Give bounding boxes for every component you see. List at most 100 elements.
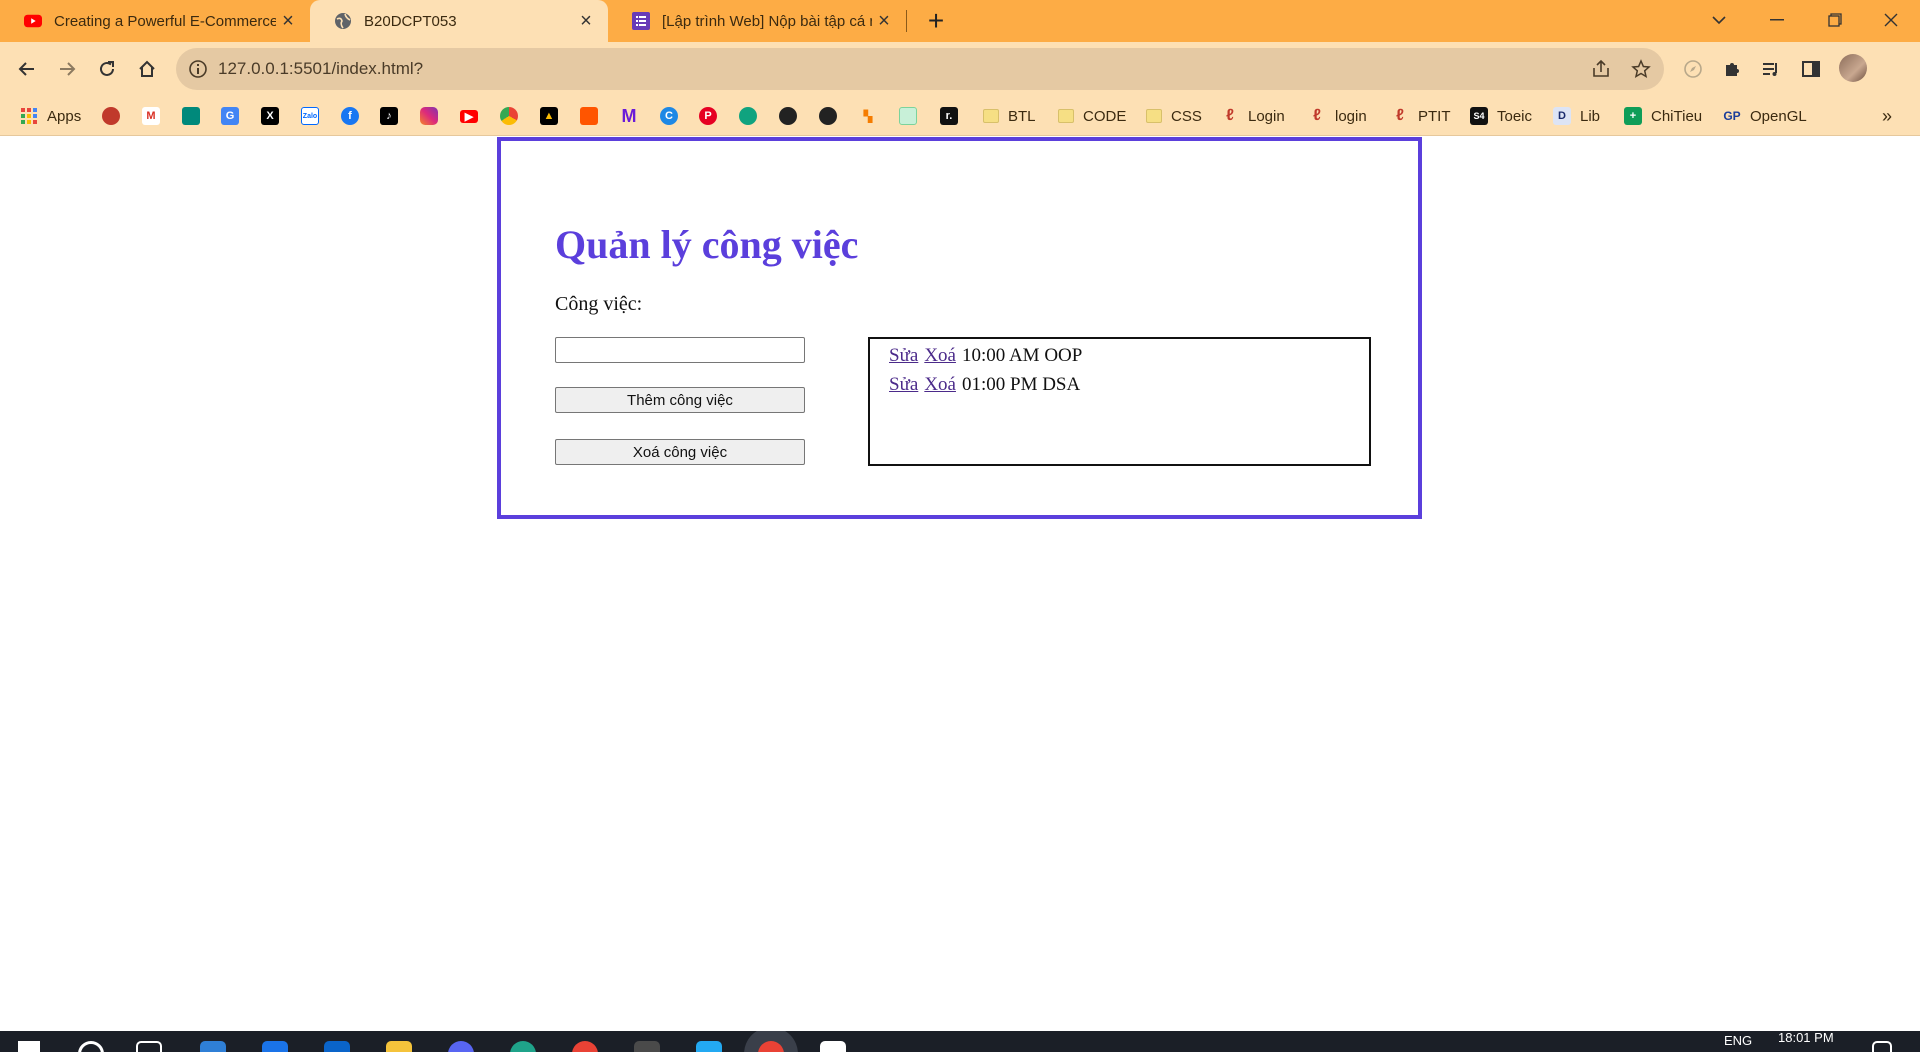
tab-forms[interactable]: [Lập trình Web] Nộp bài tập cá n × <box>608 0 906 42</box>
more-bookmarks-button[interactable]: » <box>1882 96 1892 136</box>
task-view-icon[interactable] <box>136 1041 162 1052</box>
bookmark-icon-only[interactable] <box>420 96 438 136</box>
tab-youtube[interactable]: Creating a Powerful E-Commerce × <box>0 0 310 42</box>
add-task-button[interactable]: Thêm công việc <box>555 387 805 413</box>
info-icon[interactable] <box>188 59 208 79</box>
chrome-icon <box>500 107 518 125</box>
bookmark-login[interactable]: ℓ Login <box>1221 96 1285 136</box>
reload-button[interactable] <box>88 50 126 88</box>
tab-b20dcpt053[interactable]: B20DCPT053 × <box>310 0 608 42</box>
task-manager-container: Quản lý công việc Công việc: Thêm công v… <box>497 137 1422 519</box>
home-button[interactable] <box>128 50 166 88</box>
chrome-taskbar-icon[interactable] <box>572 1041 598 1052</box>
bookmark-icon-only[interactable]: G <box>221 96 239 136</box>
delete-task-button[interactable]: Xoá công việc <box>555 439 805 465</box>
bookmark-login-2[interactable]: ℓ login <box>1308 96 1367 136</box>
bookmark-chitieu[interactable]: + ChiTieu <box>1624 96 1702 136</box>
mail-icon[interactable] <box>262 1041 288 1052</box>
media-queue-icon[interactable] <box>1757 55 1785 83</box>
bookmark-icon-only[interactable]: X <box>261 96 279 136</box>
close-icon[interactable]: × <box>574 9 598 33</box>
remove-link[interactable]: Xoá <box>924 345 956 366</box>
translate-icon: G <box>221 107 239 125</box>
url-text: 127.0.0.1:5501/index.html? <box>218 59 424 78</box>
bookmark-icon-only[interactable]: ▲ <box>540 96 558 136</box>
bookmark-icon-only[interactable]: Zalo <box>301 96 319 136</box>
bookmark-icon-only[interactable]: f <box>341 96 359 136</box>
bookmark-icon-only[interactable]: r. <box>940 96 958 136</box>
bookmark-folder-btl[interactable]: BTL <box>983 96 1036 136</box>
back-button[interactable] <box>8 50 46 88</box>
bookmark-icon-only[interactable] <box>899 96 917 136</box>
side-panel-icon[interactable] <box>1797 55 1825 83</box>
bookmark-icon-only[interactable]: ▶ <box>460 96 478 136</box>
folder-icon <box>1058 109 1074 123</box>
facebook-icon: f <box>341 107 359 125</box>
vscode-blue-icon[interactable] <box>200 1041 226 1052</box>
search-icon[interactable] <box>78 1041 104 1052</box>
tab-strip: Creating a Powerful E-Commerce × B20DCPT… <box>0 0 1920 42</box>
close-window-button[interactable] <box>1862 0 1920 40</box>
bookmark-folder-css[interactable]: CSS <box>1146 96 1202 136</box>
extensions-puzzle-icon[interactable] <box>1718 55 1746 83</box>
restore-button[interactable] <box>1806 0 1864 40</box>
orange-blocks-icon: ▚ <box>863 110 873 123</box>
bookmark-lib[interactable]: D Lib <box>1553 96 1600 136</box>
close-icon[interactable]: × <box>872 9 896 33</box>
bookmark-folder-code[interactable]: CODE <box>1058 96 1126 136</box>
tab-search-button[interactable] <box>1690 0 1748 40</box>
new-tab-button[interactable]: + <box>920 5 952 37</box>
task-input[interactable] <box>555 337 805 363</box>
double-chevron-icon: » <box>1882 105 1893 126</box>
bookmark-icon-only[interactable]: M <box>620 96 638 136</box>
language-indicator[interactable]: ENG <box>1724 1033 1752 1048</box>
remove-link[interactable]: Xoá <box>924 374 956 395</box>
bookmark-icon-only[interactable] <box>500 96 518 136</box>
tiktok-icon: ♪ <box>380 107 398 125</box>
bookmark-icon-only[interactable] <box>102 96 120 136</box>
bookmark-ptit[interactable]: ℓ PTIT <box>1391 96 1450 136</box>
study4-icon: S4 <box>1470 107 1488 125</box>
start-icon[interactable] <box>18 1041 40 1052</box>
bookmark-apps[interactable]: Apps <box>20 96 81 136</box>
task-list: Sửa Xoá 10:00 AM OOP Sửa Xoá 01:00 PM DSA <box>868 337 1371 466</box>
address-bar[interactable]: 127.0.0.1:5501/index.html? <box>176 48 1664 90</box>
sublime-icon[interactable] <box>634 1041 660 1052</box>
bookmark-icon-only[interactable]: ▚ <box>859 96 877 136</box>
chrome-active-taskbar-icon[interactable] <box>758 1041 784 1052</box>
notifications-icon[interactable] <box>1872 1041 1892 1052</box>
profile-avatar[interactable] <box>1839 54 1867 82</box>
bookmark-icon-only[interactable]: P <box>699 96 717 136</box>
bookmark-icon-only[interactable]: ♪ <box>380 96 398 136</box>
zalo-taskbar-icon[interactable] <box>820 1041 846 1052</box>
bookmark-label: Toeic <box>1497 107 1533 125</box>
bookmark-star-icon[interactable] <box>1629 57 1653 81</box>
bookmark-label: Lib <box>1580 107 1601 125</box>
bookmark-icon-only[interactable] <box>779 96 797 136</box>
bookmark-icon-only[interactable] <box>580 96 598 136</box>
clock[interactable]: 18:01 PM <box>1778 1031 1834 1045</box>
back-arrow-icon <box>18 62 34 76</box>
bookmark-icon-only[interactable]: M <box>142 96 160 136</box>
bookmark-opengl[interactable]: GP OpenGL <box>1723 96 1806 136</box>
file-explorer-icon[interactable] <box>386 1041 412 1052</box>
edit-link[interactable]: Sửa <box>889 345 918 366</box>
bookmark-icon-only[interactable]: C <box>660 96 678 136</box>
bookmark-icon-only[interactable] <box>739 96 757 136</box>
bookmark-icon-only[interactable] <box>819 96 837 136</box>
vscode-icon[interactable] <box>696 1041 722 1052</box>
meet-icon <box>182 107 200 125</box>
forward-button[interactable] <box>48 50 86 88</box>
close-icon[interactable]: × <box>276 9 300 33</box>
bookmark-icon-only[interactable] <box>182 96 200 136</box>
gmail-icon: M <box>142 107 160 125</box>
compass-extension-icon[interactable] <box>1679 55 1707 83</box>
minimize-button[interactable] <box>1748 0 1806 40</box>
bookmark-label: ChiTieu <box>1651 107 1703 125</box>
share-icon[interactable] <box>1589 57 1613 81</box>
outlook-icon[interactable] <box>324 1041 350 1052</box>
edge-icon[interactable] <box>510 1041 536 1052</box>
discord-icon[interactable] <box>448 1041 474 1052</box>
bookmark-toeic[interactable]: S4 Toeic <box>1470 96 1532 136</box>
edit-link[interactable]: Sửa <box>889 374 918 395</box>
